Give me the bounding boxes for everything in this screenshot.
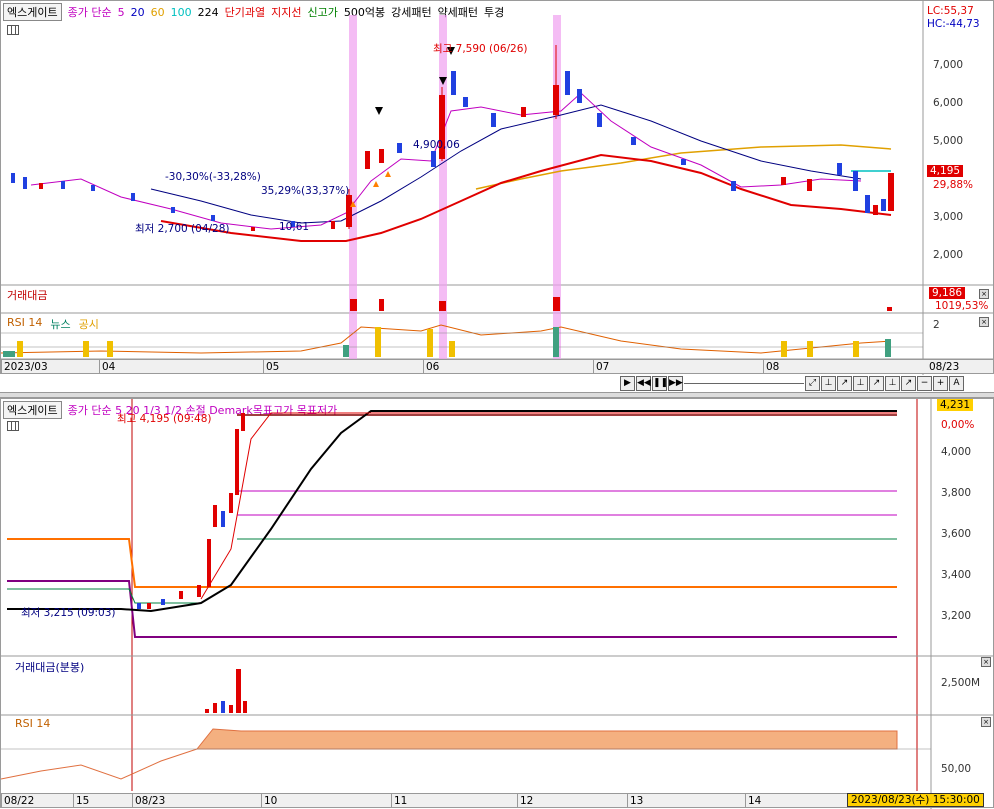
up-arrow-3 bbox=[385, 171, 391, 177]
minute-annotation-low: 최저 3,215 (09:03) bbox=[21, 607, 116, 619]
support-line bbox=[160, 153, 892, 242]
annotation-low-pct: 10,61 bbox=[279, 221, 310, 233]
font-size-icon[interactable]: A bbox=[949, 376, 964, 391]
minute-chart-panel[interactable]: 엑스게이트 종가 단순 5 20 1/3 1/2 손절 Demark목표고가 목… bbox=[0, 398, 994, 809]
down-arrow-1 bbox=[375, 107, 383, 115]
fast-forward-icon[interactable]: ▶▶ bbox=[668, 376, 683, 391]
volume-pct: 1019,53% bbox=[935, 300, 989, 312]
minute-date-10: 10 bbox=[261, 794, 277, 808]
minute-date-axis: 08/22 15 08/23 10 11 12 13 14 bbox=[1, 793, 931, 808]
minute-volume-bars bbox=[205, 669, 247, 713]
minute-date-12: 12 bbox=[517, 794, 533, 808]
annotation-pct2: 35,29%(33,37%) bbox=[261, 185, 350, 197]
ma-60-line bbox=[475, 144, 892, 190]
tool-e-icon[interactable]: ⊥ bbox=[885, 376, 900, 391]
minute-annotation-high: 최고 4,195 (09:48) bbox=[117, 413, 212, 425]
minute-candles bbox=[137, 413, 245, 609]
tool-c-icon[interactable]: ⊥ bbox=[853, 376, 868, 391]
up-arrow-2 bbox=[373, 181, 379, 187]
date-label-07: 07 bbox=[593, 360, 609, 374]
volume-bars bbox=[350, 297, 892, 311]
daily-date-axis: 2023/03 04 05 06 07 08 bbox=[1, 359, 923, 374]
volume-title: 거래대금 bbox=[7, 289, 48, 302]
scale-up-icon[interactable]: + bbox=[933, 376, 948, 391]
minute-rsi-close-icon[interactable]: × bbox=[981, 717, 991, 727]
annotation-pct1: -30,30%(-33,28%) bbox=[165, 171, 261, 183]
minute-rsi-title: RSI 14 bbox=[15, 717, 51, 730]
minute-date-11: 11 bbox=[391, 794, 407, 808]
tool-f-icon[interactable]: ↗ bbox=[901, 376, 916, 391]
volume-close-icon[interactable]: × bbox=[979, 289, 989, 299]
ma-black-line bbox=[7, 410, 897, 613]
tool-b-icon[interactable]: ↗ bbox=[837, 376, 852, 391]
rewind-start-icon[interactable]: ◀◀ bbox=[636, 376, 651, 391]
minute-price-chart bbox=[0, 399, 994, 809]
play-icon[interactable]: ▶ bbox=[620, 376, 635, 391]
date-label-04: 04 bbox=[99, 360, 115, 374]
rsi-legend: RSI 14 뉴스 공시 bbox=[7, 316, 99, 332]
minute-date-14: 14 bbox=[745, 794, 761, 808]
orange-target-line bbox=[7, 538, 897, 588]
daily-price-chart bbox=[0, 1, 994, 375]
minute-date-15: 15 bbox=[73, 794, 89, 808]
scale-down-icon[interactable]: − bbox=[917, 376, 932, 391]
rsi-tick: 2 bbox=[933, 319, 940, 331]
date-label-08: 08 bbox=[763, 360, 779, 374]
zoom-reset-icon[interactable]: ⤢ bbox=[805, 376, 820, 391]
current-date-label: 08/23 bbox=[923, 359, 993, 373]
minute-rsi-line bbox=[0, 748, 198, 780]
minute-date-0823: 08/23 bbox=[132, 794, 165, 808]
minute-date-0822: 08/22 bbox=[1, 794, 34, 808]
news-label[interactable]: 뉴스 bbox=[50, 316, 70, 332]
minute-volume-close-icon[interactable]: × bbox=[981, 657, 991, 667]
daily-candles bbox=[11, 45, 894, 231]
annotation-mid: 4,900,06 bbox=[413, 139, 460, 151]
minute-volume-tick: 2,500M bbox=[941, 677, 981, 689]
date-label-06: 06 bbox=[423, 360, 439, 374]
daily-chart-panel[interactable]: 엑스게이트 종가 단순 5 20 60 100 224 단기과열 지지선 신고가… bbox=[0, 0, 994, 375]
disclosure-label[interactable]: 공시 bbox=[79, 316, 99, 332]
pause-icon[interactable]: ❚❚ bbox=[652, 376, 668, 391]
date-label-2023-03: 2023/03 bbox=[1, 360, 48, 374]
chart-toolbar: ▶ ◀◀ ❚❚ ▶▶ ⤢ ⊥ ↗ ⊥ ↗ ⊥ ↗ − + A bbox=[620, 376, 964, 392]
zoom-slider[interactable] bbox=[684, 376, 804, 391]
rsi-close-icon[interactable]: × bbox=[979, 317, 989, 327]
annotation-low: 최저 2,700 (04/28) bbox=[135, 223, 230, 235]
minute-rsi-area bbox=[195, 728, 898, 750]
minute-rsi-tick: 50,00 bbox=[941, 763, 972, 775]
volume-value: 9,186 bbox=[929, 287, 966, 299]
rsi-label[interactable]: RSI 14 bbox=[7, 316, 42, 332]
date-label-05: 05 bbox=[263, 360, 279, 374]
ma-20-line bbox=[150, 104, 862, 224]
minute-volume-title: 거래대금(분봉) bbox=[15, 661, 85, 674]
tool-d-icon[interactable]: ↗ bbox=[869, 376, 884, 391]
current-timestamp: 2023/08/23(수) 15:30:00 bbox=[847, 793, 984, 807]
tool-a-icon[interactable]: ⊥ bbox=[821, 376, 836, 391]
annotation-high: 최고 7,590 (06/26) bbox=[433, 43, 528, 55]
minute-date-13: 13 bbox=[627, 794, 643, 808]
